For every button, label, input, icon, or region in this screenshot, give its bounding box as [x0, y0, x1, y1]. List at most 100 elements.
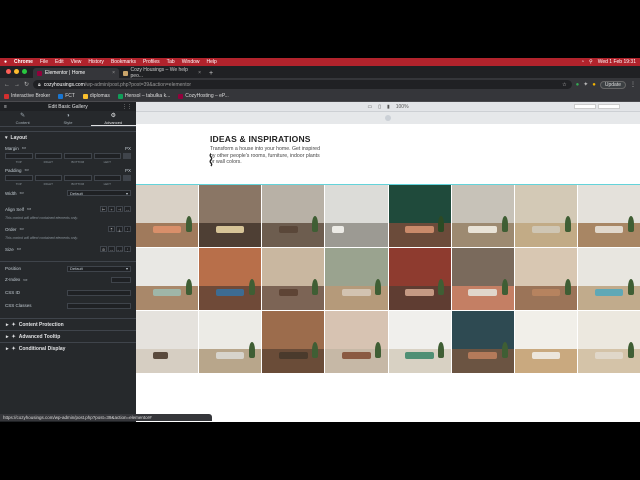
grid-icon[interactable]: ⋮⋮: [122, 104, 132, 110]
padding-right-input[interactable]: [34, 175, 62, 181]
desktop-icon[interactable]: ▭: [23, 277, 27, 283]
align-stretch-icon[interactable]: ↔: [124, 206, 131, 212]
accordion-conditional-display[interactable]: ▸ ✦ Conditional Display: [0, 342, 136, 354]
search-icon[interactable]: ⚲: [589, 59, 593, 65]
menu-chrome[interactable]: Chrome: [14, 59, 33, 65]
gallery-image[interactable]: [451, 185, 514, 247]
align-end-icon[interactable]: ⊣: [116, 206, 123, 212]
gallery-image[interactable]: [577, 185, 640, 247]
gallery-image[interactable]: [262, 248, 325, 310]
unit-selector[interactable]: PX: [125, 146, 131, 151]
forward-icon[interactable]: →: [14, 82, 20, 88]
gallery-image[interactable]: [577, 311, 640, 373]
desktop-icon[interactable]: ▭: [20, 190, 24, 196]
wifi-icon[interactable]: ◔: [581, 59, 584, 65]
gallery-image[interactable]: [325, 185, 388, 247]
update-chrome-button[interactable]: Update: [599, 80, 626, 89]
bookmark-item[interactable]: diplomas: [82, 93, 110, 99]
menu-file[interactable]: File: [40, 59, 48, 65]
gallery-image[interactable]: [199, 185, 262, 247]
align-start-icon[interactable]: ⊢: [100, 206, 107, 212]
basic-gallery[interactable]: [136, 185, 640, 373]
menu-window[interactable]: Window: [182, 59, 200, 65]
gallery-image[interactable]: [514, 185, 577, 247]
accordion-content-protection[interactable]: ▸ ✦ Content Protection: [0, 318, 136, 330]
size-grow-icon[interactable]: ↔: [108, 246, 115, 252]
tab-content[interactable]: ✎ Content: [0, 111, 45, 126]
cssid-input[interactable]: [67, 289, 131, 296]
lock-icon[interactable]: 🔒︎: [38, 82, 41, 88]
margin-left-input[interactable]: [93, 153, 121, 159]
position-select[interactable]: Default ▾: [67, 265, 131, 272]
bookmark-item[interactable]: Hensol – tabulka k...: [117, 93, 170, 99]
menu-bookmarks[interactable]: Bookmarks: [111, 59, 136, 65]
gallery-image[interactable]: [136, 185, 199, 247]
layout-section-toggle[interactable]: ▾ Layout: [0, 131, 136, 143]
gallery-image[interactable]: [199, 248, 262, 310]
more-icon[interactable]: ⋮: [630, 81, 636, 88]
link-values-icon[interactable]: [123, 175, 131, 181]
gallery-image[interactable]: [514, 248, 577, 310]
accordion-advanced-tooltip[interactable]: ▸ ✦ Advanced Tooltip: [0, 330, 136, 342]
gallery-image[interactable]: [451, 248, 514, 310]
tab-style[interactable]: ◑ Style: [45, 111, 90, 126]
gallery-image[interactable]: [262, 311, 325, 373]
desktop-icon[interactable]: ▭: [25, 167, 29, 173]
padding-top-input[interactable]: [5, 175, 33, 181]
inspiration-heading-block[interactable]: IDEAS & INSPIRATIONS Transform a house i…: [210, 134, 322, 166]
desktop-icon[interactable]: ▭: [27, 206, 31, 212]
gallery-image[interactable]: [388, 311, 451, 373]
gallery-image[interactable]: [388, 248, 451, 310]
profile-avatar[interactable]: ●: [592, 82, 596, 88]
width-select[interactable]: Default ▾: [67, 190, 131, 196]
close-tab-icon[interactable]: ×: [112, 70, 115, 76]
gallery-image[interactable]: [325, 311, 388, 373]
tab-advanced[interactable]: ⚙ Advanced: [90, 111, 136, 126]
menu-icon[interactable]: ≡: [4, 104, 7, 110]
gallery-image[interactable]: [325, 248, 388, 310]
gallery-image[interactable]: [514, 311, 577, 373]
desktop-icon[interactable]: ▭: [22, 145, 26, 151]
section-handle-icon[interactable]: [385, 115, 391, 121]
margin-right-input[interactable]: [34, 153, 62, 159]
back-icon[interactable]: ←: [4, 82, 10, 88]
mobile-icon[interactable]: ▮: [387, 104, 390, 110]
apple-icon[interactable]: ●: [4, 59, 7, 65]
puzzle-icon[interactable]: ✦: [583, 81, 588, 88]
menu-tab[interactable]: Tab: [167, 59, 175, 65]
new-tab-icon[interactable]: +: [209, 70, 213, 77]
height-input[interactable]: [598, 104, 620, 109]
bookmark-item[interactable]: Interactive Broker: [4, 93, 50, 99]
bookmark-star-icon[interactable]: ☆: [562, 82, 566, 88]
margin-top-input[interactable]: [5, 153, 33, 159]
desktop-icon[interactable]: ▭: [20, 226, 24, 232]
close-tab-icon[interactable]: ×: [198, 70, 201, 76]
zoom-level[interactable]: 100%: [396, 104, 409, 110]
desktop-icon[interactable]: ▭: [367, 104, 372, 110]
width-input[interactable]: [574, 104, 596, 109]
menu-help[interactable]: Help: [207, 59, 217, 65]
zoom-window-icon[interactable]: [22, 69, 27, 74]
minimize-window-icon[interactable]: [14, 69, 19, 74]
gallery-image[interactable]: [262, 185, 325, 247]
link-values-icon[interactable]: [123, 153, 131, 159]
gallery-image[interactable]: [577, 248, 640, 310]
gallery-image[interactable]: [388, 185, 451, 247]
bookmark-item[interactable]: CozyHosting – eP...: [178, 93, 229, 99]
zindex-input[interactable]: [111, 276, 131, 283]
menu-history[interactable]: History: [88, 59, 104, 65]
margin-bottom-input[interactable]: [64, 153, 92, 159]
menubar-clock[interactable]: Wed 1 Feb 19:31: [598, 59, 636, 65]
menu-profiles[interactable]: Profiles: [143, 59, 160, 65]
menu-edit[interactable]: Edit: [55, 59, 64, 65]
order-start-icon[interactable]: ⤒: [108, 226, 115, 232]
menu-view[interactable]: View: [71, 59, 82, 65]
tab-cozy-housings[interactable]: Cozy Housings – We help peo... ×: [119, 67, 205, 79]
order-custom-icon[interactable]: ⋮: [124, 226, 131, 232]
gallery-image[interactable]: [136, 248, 199, 310]
padding-left-input[interactable]: [93, 175, 121, 181]
tab-elementor[interactable]: Elementor | Home ×: [33, 68, 119, 78]
gallery-image[interactable]: [199, 311, 262, 373]
padding-bottom-input[interactable]: [64, 175, 92, 181]
align-center-icon[interactable]: +: [108, 206, 115, 212]
